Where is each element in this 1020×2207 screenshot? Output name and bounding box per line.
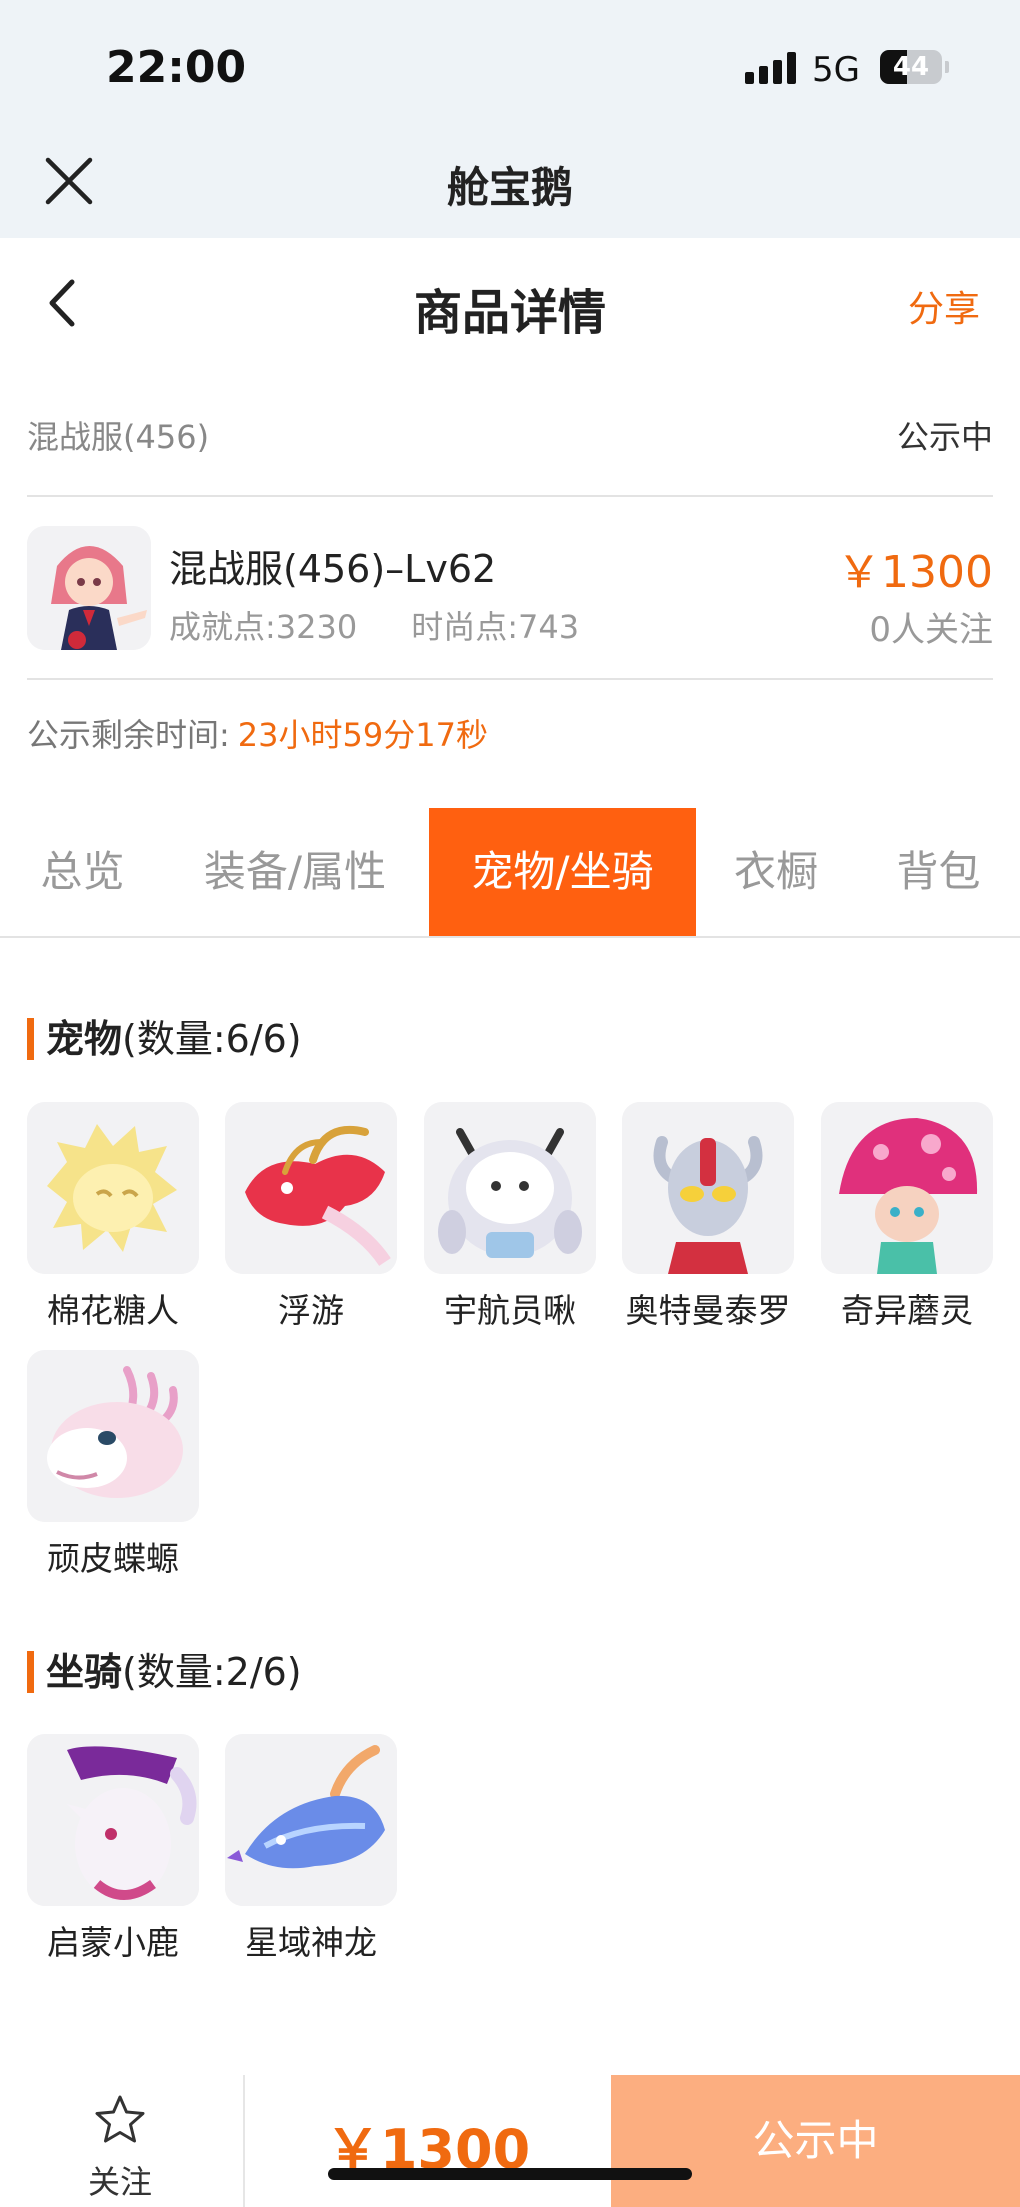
app-title: 舱宝鹅 [446,163,573,212]
mounts-section-title: 坐骑(数量:2/6) [27,1641,302,1694]
follower-count: 0人关注 [869,610,993,650]
pet-name: 顽皮蝶螈 [47,1539,179,1578]
fashion-points: 时尚点:743 [411,608,580,646]
home-indicator[interactable] [328,2168,692,2180]
follow-button[interactable]: 关注 [40,2093,200,2203]
product-name: 混战服(456)–Lv62 [169,547,497,591]
tab-wardrobe[interactable]: 衣橱 [716,808,836,936]
pet-name: 棉花糖人 [47,1291,179,1330]
pet-item[interactable]: 棉花糖人 [27,1102,199,1332]
star-dragon-mount-icon[interactable] [225,1734,397,1906]
mount-name: 星域神龙 [245,1923,377,1962]
page-nav: 商品详情 分享 [0,238,1020,368]
follow-label: 关注 [87,2163,152,2201]
mushroom-pet-icon[interactable] [821,1102,993,1274]
product-stats: 成就点:3230 时尚点:743 [169,602,579,648]
character-avatar [27,526,151,650]
pet-item[interactable]: 宇航员啾 [424,1102,596,1332]
product-summary[interactable]: 混战服(456)–Lv62 成就点:3230 时尚点:743 ￥1300 0人关注 [27,520,993,655]
pet-item[interactable]: 奥特曼泰罗 [622,1102,794,1332]
mount-item[interactable]: 启蒙小鹿 [27,1734,199,1964]
tab-backpack[interactable]: 背包 [876,808,1001,936]
status-bar: 22:00 5G 44 [0,0,1020,130]
section-marker [27,1651,34,1693]
page-title: 商品详情 [413,285,606,341]
astronaut-pet-icon[interactable] [424,1102,596,1274]
tab-pets-mounts[interactable]: 宠物/坐骑 [429,808,696,936]
section-marker [27,1018,34,1060]
mount-name: 启蒙小鹿 [47,1923,179,1962]
mount-item[interactable]: 星域神龙 [225,1734,397,1964]
pet-name: 奥特曼泰罗 [625,1291,791,1330]
app-header: 舱宝鹅 [0,130,1020,238]
red-dragon-pet-icon[interactable] [225,1102,397,1274]
mounts-title: 坐骑 [46,1650,123,1694]
battery-icon: 44 [880,50,942,84]
pets-count: (数量:6/6) [122,1017,302,1061]
battery-cap [945,61,949,73]
server-name: 混战服(456) [27,418,210,456]
tab-overview[interactable]: 总览 [20,808,145,936]
divider [27,495,993,497]
divider [27,678,993,680]
category-tabs: 总览 装备/属性 宠物/坐骑 衣橱 背包 [0,808,1020,938]
product-price: ￥1300 [837,547,993,598]
ultraman-taro-pet-icon[interactable] [622,1102,794,1274]
tabs-border [0,936,1020,938]
axolotl-pet-icon[interactable] [27,1350,199,1522]
star-icon[interactable] [92,2093,148,2147]
network-label: 5G [812,50,860,90]
bottom-action-bar: 关注 ￥1300 公示中 [0,2075,1020,2207]
achievement-points: 成就点:3230 [169,608,358,646]
listing-status: 公示中 [896,418,993,456]
pets-title: 宠物 [46,1017,123,1061]
tab-equipment[interactable]: 装备/属性 [185,808,405,936]
pet-name: 奇异蘑灵 [841,1291,973,1330]
share-button[interactable]: 分享 [908,280,980,332]
pets-section-title: 宠物(数量:6/6) [27,1008,302,1061]
pet-item[interactable]: 奇异蘑灵 [821,1102,993,1332]
countdown-label: 公示剩余时间: [27,716,230,754]
countdown-value: 23小时59分17秒 [237,716,488,754]
mounts-count: (数量:2/6) [122,1650,302,1694]
server-row: 混战服(456) 公示中 [27,400,993,460]
pet-item[interactable]: 顽皮蝶螈 [27,1350,199,1580]
pet-item[interactable]: 浮游 [225,1102,397,1332]
battery-percent: 44 [892,52,930,82]
cotton-candy-pet-icon[interactable] [27,1102,199,1274]
status-button[interactable]: 公示中 [611,2075,1020,2207]
pet-name: 浮游 [278,1291,344,1330]
pet-name: 宇航员啾 [444,1291,576,1330]
signal-icon [745,52,797,84]
countdown-row: 公示剩余时间: 23小时59分17秒 [27,710,488,756]
status-time: 22:00 [106,42,247,93]
fawn-mount-icon[interactable] [27,1734,199,1906]
